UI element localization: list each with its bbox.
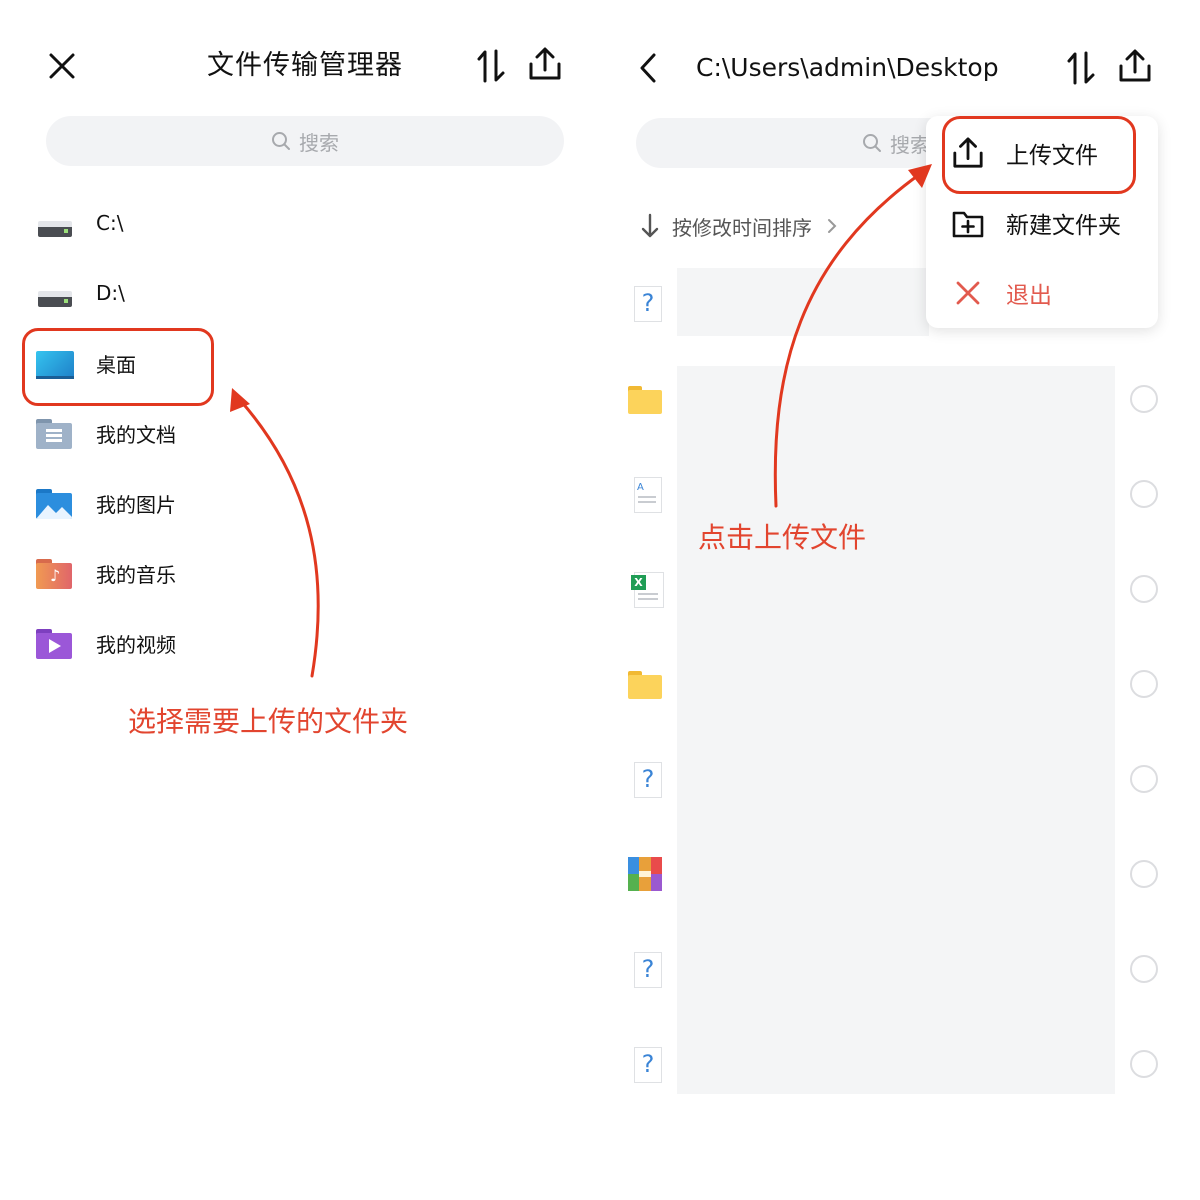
upload-button[interactable] xyxy=(524,42,566,86)
drive-item-c[interactable]: C:\ xyxy=(28,198,328,248)
unknown-file-icon: ? xyxy=(626,758,666,802)
menu-item-exit[interactable]: 退出 xyxy=(926,263,1158,323)
search-icon xyxy=(272,132,290,150)
archive-icon xyxy=(626,853,666,897)
text-document-icon: A xyxy=(626,473,666,517)
file-row[interactable]: ? xyxy=(620,734,1170,826)
drive-label: C:\ xyxy=(96,211,124,235)
sort-button[interactable] xyxy=(470,44,512,88)
music-icon: ♪ xyxy=(36,555,78,591)
menu-item-new-folder[interactable]: 新建文件夹 xyxy=(926,193,1158,253)
file-row[interactable]: ? xyxy=(620,924,1170,1016)
select-radio[interactable] xyxy=(1130,385,1158,413)
upload-icon xyxy=(1119,49,1151,82)
select-radio[interactable] xyxy=(1130,1050,1158,1078)
search-input[interactable]: 搜索 xyxy=(46,116,564,166)
arrow-down-icon xyxy=(641,213,659,238)
drive-label: D:\ xyxy=(96,281,125,305)
chevron-left-icon xyxy=(640,53,656,83)
new-folder-icon xyxy=(950,205,986,241)
sort-icon xyxy=(1067,51,1095,85)
drive-icon xyxy=(36,205,78,241)
annotation-text-right: 点击上传文件 xyxy=(698,521,867,554)
unknown-file-icon: ? xyxy=(626,282,666,326)
sort-icon xyxy=(477,49,505,83)
menu-item-label: 新建文件夹 xyxy=(1006,213,1121,239)
folder-label: 我的音乐 xyxy=(96,562,176,587)
folder-label: 我的视频 xyxy=(96,632,176,657)
documents-icon xyxy=(36,415,78,451)
current-path: C:\Users\admin\Desktop xyxy=(696,53,999,82)
excel-file-icon: X xyxy=(626,568,666,612)
select-radio[interactable] xyxy=(1130,860,1158,888)
folder-label: 我的文档 xyxy=(96,422,176,447)
file-row[interactable] xyxy=(620,639,1170,731)
folder-icon xyxy=(626,663,666,707)
annotation-arrow-right xyxy=(773,164,932,508)
file-row[interactable]: ? xyxy=(620,1019,1170,1111)
select-radio[interactable] xyxy=(1130,765,1158,793)
folder-icon xyxy=(626,378,666,422)
annotation-arrow-left xyxy=(230,388,320,678)
pictures-icon xyxy=(36,485,78,521)
close-icon xyxy=(49,53,75,79)
file-row[interactable] xyxy=(620,829,1170,921)
highlight-desktop xyxy=(22,328,214,406)
unknown-file-icon: ? xyxy=(626,948,666,992)
unknown-file-icon: ? xyxy=(626,1043,666,1087)
close-icon xyxy=(950,275,986,311)
file-row[interactable]: X xyxy=(620,544,1170,636)
drive-item-d[interactable]: D:\ xyxy=(28,268,328,318)
select-radio[interactable] xyxy=(1130,575,1158,603)
menu-item-label: 退出 xyxy=(1006,283,1052,309)
highlight-upload-file xyxy=(942,116,1136,194)
select-radio[interactable] xyxy=(1130,480,1158,508)
upload-button[interactable] xyxy=(1114,44,1156,88)
upload-icon xyxy=(529,47,561,80)
videos-icon xyxy=(36,625,78,661)
sort-button[interactable] xyxy=(1060,46,1102,90)
select-radio[interactable] xyxy=(1130,955,1158,983)
folder-label: 我的图片 xyxy=(96,492,176,517)
select-radio[interactable] xyxy=(1130,670,1158,698)
drive-icon xyxy=(36,275,78,311)
search-placeholder: 搜索 xyxy=(299,130,339,155)
back-button[interactable] xyxy=(628,46,668,90)
close-button[interactable] xyxy=(40,44,84,88)
page-title: 文件传输管理器 xyxy=(207,50,403,81)
annotation-text-left: 选择需要上传的文件夹 xyxy=(128,705,409,738)
